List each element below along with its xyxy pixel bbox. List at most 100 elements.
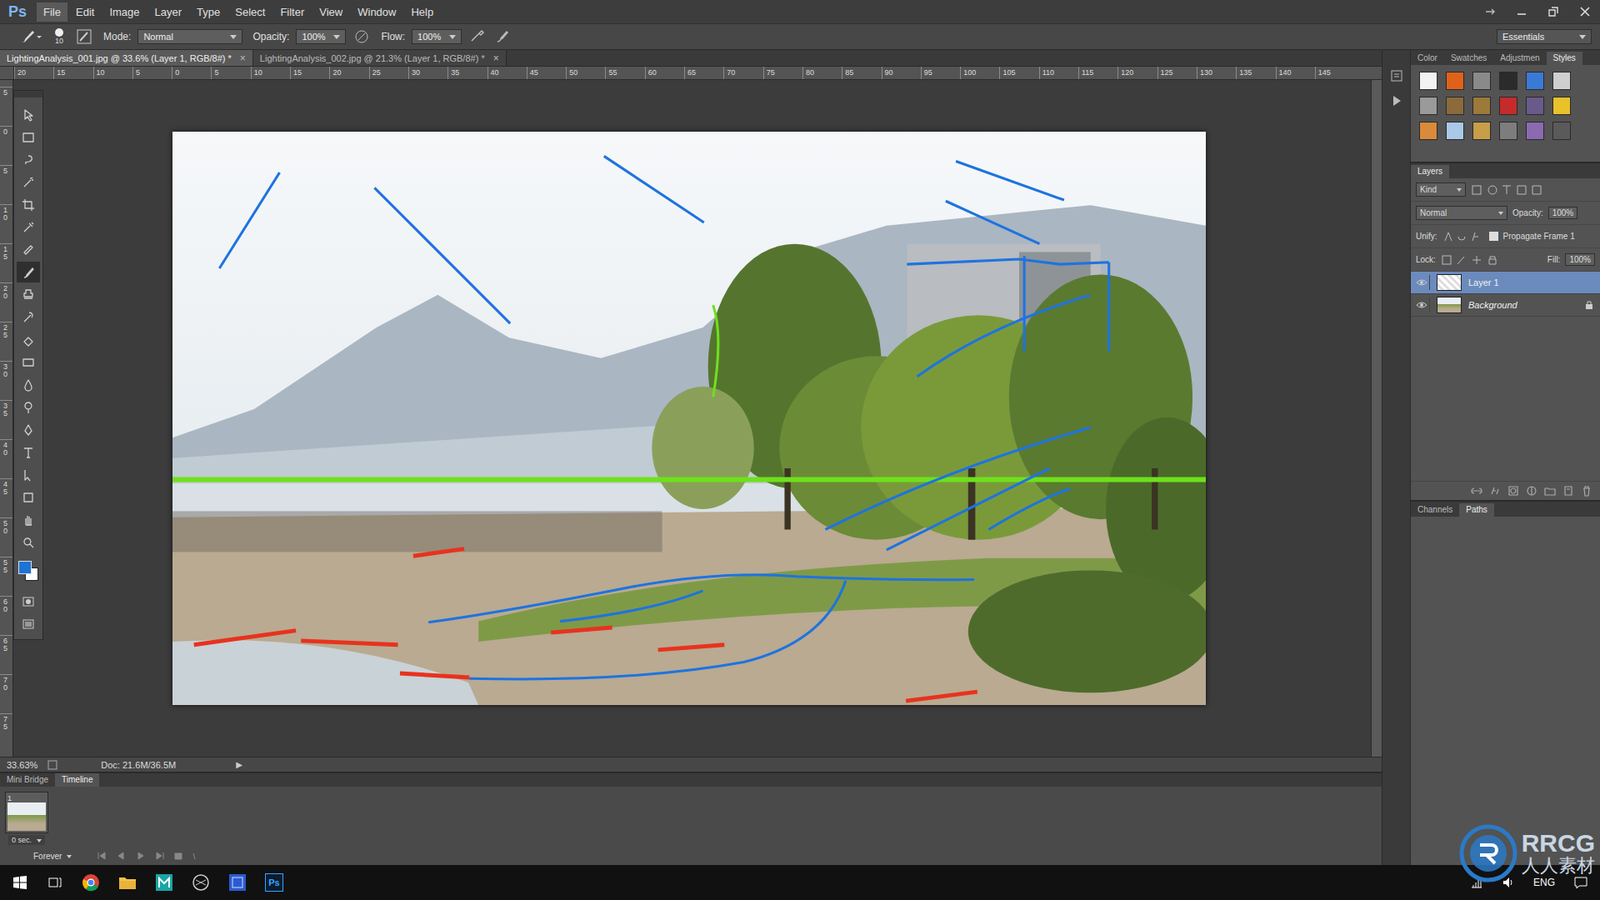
layer-fill-field[interactable]: 100% [1565, 253, 1595, 266]
tool-button[interactable] [16, 126, 40, 148]
panel-tab[interactable]: Styles [1546, 51, 1583, 65]
menu-item[interactable]: Image [102, 2, 146, 22]
opacity-field[interactable]: 100% [295, 29, 346, 45]
panel-tab[interactable]: Channels [1410, 503, 1460, 517]
panel-tab[interactable]: Color [1410, 51, 1445, 65]
tool-button[interactable] [16, 486, 40, 508]
style-preset[interactable] [1472, 96, 1491, 115]
language-indicator[interactable]: ENG [1533, 876, 1555, 889]
layer-row[interactable]: Background [1410, 294, 1600, 317]
loop-select[interactable]: Forever [33, 851, 72, 861]
volume-icon[interactable] [1501, 875, 1515, 890]
tool-button[interactable] [16, 441, 40, 463]
chrome-icon[interactable] [81, 873, 100, 892]
blend-mode-select[interactable]: Normal [1415, 205, 1508, 220]
layer-action-icon[interactable] [1506, 484, 1520, 498]
windows-start-icon[interactable] [11, 874, 29, 891]
tool-button[interactable] [16, 149, 40, 170]
style-preset[interactable] [1445, 96, 1465, 115]
status-info-icon[interactable] [47, 760, 58, 770]
screen-mode-button[interactable] [16, 613, 40, 635]
panel-tab[interactable]: Mini Bridge [0, 773, 55, 787]
canvas-image[interactable] [172, 131, 1206, 705]
style-preset[interactable] [1499, 71, 1518, 90]
tool-button[interactable] [16, 329, 40, 350]
lock-icons[interactable] [1440, 254, 1501, 266]
panel-tab[interactable]: Layers [1410, 165, 1450, 179]
vertical-scrollbar[interactable] [1370, 80, 1382, 757]
history-icon[interactable] [1389, 68, 1405, 84]
menu-item[interactable]: Layer [148, 2, 190, 22]
timeline-frame[interactable]: 10 sec. [5, 791, 49, 845]
document-tab[interactable]: LightingAnalysis_001.jpg @ 33.6% (Layer … [0, 50, 254, 66]
tool-button[interactable] [16, 261, 40, 283]
layer-filter-select[interactable]: Kind [1415, 182, 1466, 197]
foreground-color[interactable] [18, 560, 32, 575]
panel-tab[interactable]: Timeline [55, 773, 100, 787]
brush-preset-icon[interactable] [18, 27, 44, 46]
brush-panel-icon[interactable] [75, 27, 94, 46]
menu-item[interactable]: Filter [273, 2, 311, 22]
close-tab-button[interactable]: × [240, 52, 246, 65]
tool-button[interactable] [16, 194, 40, 215]
zoom-field[interactable]: 33.63% [6, 760, 38, 770]
workspace-select[interactable]: Essentials [1496, 29, 1592, 45]
style-preset[interactable] [1472, 121, 1491, 140]
menu-item[interactable]: File [36, 2, 68, 22]
menu-item[interactable]: View [312, 2, 350, 22]
tool-button[interactable] [16, 216, 40, 238]
style-preset[interactable] [1525, 96, 1545, 115]
document-tab[interactable]: LightingAnalysis_002.jpg @ 21.3% (Layer … [253, 50, 507, 66]
pressure-opacity-icon[interactable] [352, 27, 371, 46]
panel-tab[interactable]: Swatches [1444, 51, 1494, 65]
app-icon[interactable] [228, 873, 247, 892]
arrange-icon[interactable] [1483, 5, 1497, 19]
frame-delay[interactable]: 0 sec. [8, 835, 45, 845]
brush-size-picker[interactable]: 10 [50, 28, 69, 45]
filter-icons[interactable] [1470, 184, 1546, 196]
tool-button[interactable] [16, 104, 40, 125]
maya-icon[interactable] [155, 873, 174, 892]
close-icon[interactable] [1578, 5, 1592, 19]
visibility-toggle[interactable] [1414, 275, 1430, 290]
tool-button[interactable] [16, 171, 40, 193]
actions-icon[interactable] [1389, 93, 1405, 109]
tool-button[interactable] [16, 239, 40, 260]
layer-action-icon[interactable] [1525, 484, 1539, 498]
tool-button[interactable] [16, 306, 40, 328]
tool-button[interactable] [16, 396, 40, 418]
style-preset[interactable] [1552, 121, 1571, 140]
app-icon[interactable] [191, 873, 210, 892]
close-tab-button[interactable]: × [493, 52, 500, 65]
file-explorer-icon[interactable] [118, 874, 137, 891]
status-menu-button[interactable]: ▶ [235, 760, 243, 770]
layer-action-icon[interactable] [1543, 484, 1557, 498]
network-icon[interactable] [1470, 875, 1484, 890]
pressure-size-icon[interactable] [493, 27, 512, 46]
app-logo[interactable]: Ps [5, 3, 35, 21]
tool-button[interactable] [16, 351, 40, 373]
visibility-toggle[interactable] [1414, 297, 1430, 313]
menu-item[interactable]: Help [404, 2, 440, 22]
style-preset[interactable] [1552, 71, 1571, 90]
layer-row[interactable]: Layer 1 [1410, 271, 1600, 295]
style-preset[interactable] [1419, 71, 1438, 90]
tool-button[interactable] [16, 419, 40, 440]
minimize-icon[interactable] [1515, 5, 1529, 19]
flow-field[interactable]: 100% [411, 29, 462, 45]
layer-action-icon[interactable] [1580, 484, 1594, 498]
panel-tab[interactable]: Paths [1459, 503, 1495, 517]
style-preset[interactable] [1525, 121, 1545, 140]
menu-item[interactable]: Select [228, 2, 272, 22]
menu-item[interactable]: Edit [69, 2, 101, 22]
layer-action-icon[interactable] [1470, 484, 1484, 498]
notification-icon[interactable] [1573, 875, 1589, 890]
menu-item[interactable]: Window [350, 2, 403, 22]
style-preset[interactable] [1472, 71, 1491, 90]
style-preset[interactable] [1419, 96, 1438, 115]
mode-select[interactable]: Normal [137, 29, 243, 45]
style-preset[interactable] [1499, 121, 1518, 140]
layer-action-icon[interactable] [1488, 484, 1502, 498]
transport-icon[interactable] [96, 850, 197, 861]
style-preset[interactable] [1525, 71, 1545, 90]
